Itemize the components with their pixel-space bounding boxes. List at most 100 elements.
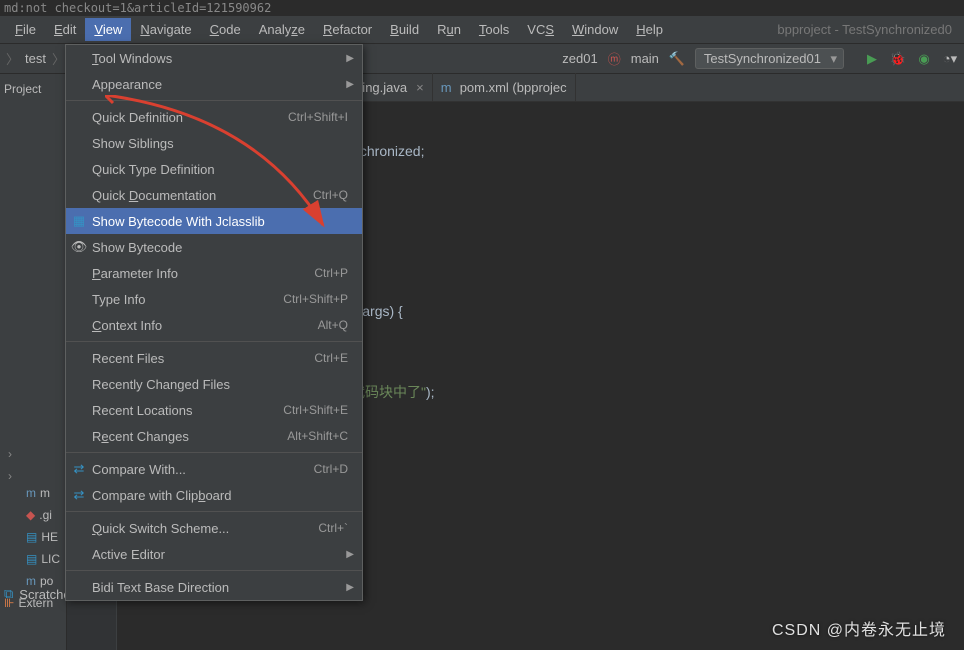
close-icon[interactable]: ×: [416, 80, 424, 95]
menu-refactor[interactable]: Refactor: [314, 18, 381, 41]
menu-item-label: Quick Definition: [92, 110, 183, 125]
menu-item-label: Parameter Info: [92, 266, 178, 281]
menu-item-show-bytecode[interactable]: 👁 Show Bytecode: [66, 234, 362, 260]
menu-item-label: Quick Type Definition: [92, 162, 215, 177]
menu-item-active-editor[interactable]: Active Editor ▶: [66, 541, 362, 567]
os-titlebar: md:not checkout=1&articleId=121590962: [0, 0, 964, 16]
menu-item-tool-windows[interactable]: Tool Windows ▶: [66, 45, 362, 71]
menu-item-label: Recent Changes: [92, 429, 189, 444]
menu-item-label: Show Siblings: [92, 136, 174, 151]
menu-item-quick-switch-scheme-[interactable]: Quick Switch Scheme... Ctrl+`: [66, 515, 362, 541]
menu-item-quick-documentation[interactable]: Quick Documentation Ctrl+Q: [66, 182, 362, 208]
menu-item-quick-type-definition[interactable]: Quick Type Definition: [66, 156, 362, 182]
module-icon: ⓜ: [608, 49, 621, 68]
shortcut-label: Alt+Q: [318, 318, 348, 332]
chevron-right-icon: 〉: [52, 49, 65, 68]
menu-window[interactable]: Window: [563, 18, 627, 41]
menu-item-label: Context Info: [92, 318, 162, 333]
menu-vcs[interactable]: VCS: [518, 18, 563, 41]
menu-item-recently-changed-files[interactable]: Recently Changed Files: [66, 371, 362, 397]
shortcut-label: Ctrl+E: [314, 351, 348, 365]
run-config-combo[interactable]: TestSynchronized01: [695, 48, 844, 69]
watermark: CSDN @内卷永无止境: [772, 616, 946, 640]
menu-item-label: Show Bytecode: [92, 240, 182, 255]
menu-edit[interactable]: Edit: [45, 18, 85, 41]
compare-icon: ⇄: [71, 461, 87, 477]
run-config-area: zed01 ⓜ main 🔨 TestSynchronized01 ▶ 🐞 ◉ …: [562, 48, 958, 69]
menu-item-bidi-text-base-direction[interactable]: Bidi Text Base Direction▶: [66, 574, 362, 600]
menu-item-label: Recent Files: [92, 351, 164, 366]
menu-item-show-siblings[interactable]: Show Siblings: [66, 130, 362, 156]
menu-item-label: Compare With...: [92, 462, 186, 477]
shortcut-label: Ctrl+P: [314, 266, 348, 280]
chevron-right-icon[interactable]: ›: [8, 465, 12, 487]
shortcut-label: Ctrl+Q: [313, 188, 348, 202]
maven-icon: m: [441, 80, 455, 94]
bytecode-icon: ▦: [71, 213, 87, 229]
file-icon: ▤: [26, 548, 37, 570]
shortcut-label: Ctrl+Shift+I: [288, 110, 348, 124]
menu-build[interactable]: Build: [381, 18, 428, 41]
coverage-icon[interactable]: ◉: [916, 51, 932, 67]
eye-icon: 👁: [71, 239, 87, 255]
run-icon[interactable]: ▶: [864, 51, 880, 67]
shortcut-label: Ctrl+Shift+E: [283, 403, 348, 417]
menu-item-label: Tool Windows: [92, 51, 172, 66]
menu-item-label: Compare with Clipboard: [92, 488, 231, 503]
menu-item-context-info[interactable]: Context Info Alt+Q: [66, 312, 362, 338]
menu-item-recent-changes[interactable]: Recent Changes Alt+Shift+C: [66, 423, 362, 449]
menu-item-parameter-info[interactable]: Parameter Info Ctrl+P: [66, 260, 362, 286]
menu-item-label: Show Bytecode With Jclasslib: [92, 214, 265, 229]
menu-item-label: Bidi Text Base Direction: [92, 580, 229, 595]
compare-icon: ⇄: [71, 487, 87, 503]
menu-item-label: Quick Documentation: [92, 188, 216, 203]
project-panel-label[interactable]: Project: [4, 82, 41, 96]
module-suffix: zed01: [562, 51, 597, 66]
menu-item-label: Type Info: [92, 292, 145, 307]
debug-icon[interactable]: 🐞: [890, 51, 906, 67]
submenu-arrow-icon: ▶: [346, 549, 354, 560]
menu-item-recent-files[interactable]: Recent Files Ctrl+E: [66, 345, 362, 371]
sidebar-item-label: HE: [41, 526, 58, 548]
chevron-right-icon[interactable]: ›: [8, 443, 12, 465]
hammer-icon[interactable]: 🔨: [669, 51, 685, 67]
menu-item-show-bytecode-with-jclasslib[interactable]: ▦ Show Bytecode With Jclasslib: [66, 208, 362, 234]
submenu-arrow-icon: ▶: [346, 53, 354, 64]
shortcut-label: Ctrl+Shift+P: [283, 292, 348, 306]
sidebar-item-label: m: [40, 482, 50, 504]
sidebar-item-label: .gi: [39, 504, 52, 526]
view-menu-dropdown: Tool Windows▶Appearance▶Quick Definition…: [65, 44, 363, 601]
menu-item-quick-definition[interactable]: Quick Definition Ctrl+Shift+I: [66, 104, 362, 130]
menu-item-label: Active Editor: [92, 547, 165, 562]
menu-item-compare-with-clipboard[interactable]: ⇄ Compare with Clipboard: [66, 482, 362, 508]
editor-tab[interactable]: m pom.xml (bpprojec: [433, 73, 576, 101]
menu-item-appearance[interactable]: Appearance▶: [66, 71, 362, 97]
project-sidebar[interactable]: Project › › m m ◆ .gi ▤ HE ▤ LIC m po ⊪ …: [0, 74, 67, 650]
chevron-right-icon: 〉: [6, 49, 19, 68]
menu-item-type-info[interactable]: Type Info Ctrl+Shift+P: [66, 286, 362, 312]
breadcrumb-item[interactable]: test: [25, 51, 46, 66]
submenu-arrow-icon: ▶: [346, 79, 354, 90]
menubar: File Edit View Navigate Code Analyze Ref…: [0, 16, 964, 44]
menu-view[interactable]: View: [85, 18, 131, 41]
breadcrumb[interactable]: 〉 test 〉: [6, 49, 65, 68]
profile-icon[interactable]: ◔▾: [942, 51, 958, 67]
menu-file[interactable]: File: [6, 18, 45, 41]
shortcut-label: Alt+Shift+C: [287, 429, 348, 443]
menu-navigate[interactable]: Navigate: [131, 18, 200, 41]
module-name[interactable]: main: [631, 51, 659, 66]
menu-analyze[interactable]: Analyze: [250, 18, 314, 41]
sidebar-item-label: LIC: [41, 548, 60, 570]
menu-help[interactable]: Help: [627, 18, 672, 41]
git-icon: ◆: [26, 504, 35, 526]
menu-item-recent-locations[interactable]: Recent LocationsCtrl+Shift+E: [66, 397, 362, 423]
shortcut-label: Ctrl+`: [318, 521, 348, 535]
menubar-project-label: bpproject - TestSynchronized0: [777, 22, 958, 37]
menu-run[interactable]: Run: [428, 18, 470, 41]
file-icon: ▤: [26, 526, 37, 548]
menu-item-label: Quick Switch Scheme...: [92, 521, 229, 536]
menu-code[interactable]: Code: [201, 18, 250, 41]
menu-tools[interactable]: Tools: [470, 18, 518, 41]
menu-item-label: Recently Changed Files: [92, 377, 230, 392]
menu-item-compare-with-[interactable]: ⇄Compare With...Ctrl+D: [66, 456, 362, 482]
